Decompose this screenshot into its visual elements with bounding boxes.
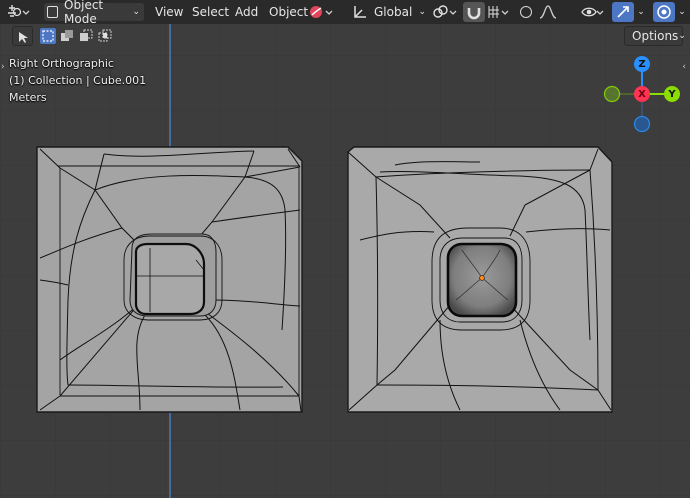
chevron-down-icon: ⌄ (678, 31, 686, 41)
gizmo-arrow-icon (615, 4, 631, 20)
chevron-down-icon: ⌄ (637, 7, 645, 17)
mesh-left[interactable] (36, 146, 303, 413)
snap-target-dropdown[interactable] (486, 2, 512, 22)
gizmo-axis-x[interactable]: X (634, 86, 650, 102)
gizmo-dropdown[interactable]: ⌄ (635, 2, 647, 22)
overlay-toggle[interactable] (653, 2, 675, 22)
select-extend-icon[interactable] (59, 28, 75, 44)
snap-magnet-icon (466, 4, 482, 20)
pivot-point-dropdown[interactable] (431, 2, 461, 22)
material-sphere-icon (308, 4, 336, 20)
pivot-icon (432, 4, 460, 20)
object-mode-label: Object Mode (64, 0, 104, 26)
cursor-select-icon (16, 29, 30, 48)
gizmo-axis-y[interactable]: Y (664, 86, 680, 102)
toolbar-expand-icon[interactable]: › (1, 62, 5, 72)
proportional-falloff-icon (538, 4, 558, 20)
select-tool-button[interactable] (12, 26, 33, 46)
options-dropdown[interactable]: Options ⌄ (624, 26, 686, 46)
visibility-dropdown[interactable] (580, 2, 606, 22)
gizmo-axis-z[interactable]: Z (634, 56, 650, 72)
options-label: Options (632, 29, 679, 43)
select-box-icon[interactable] (40, 28, 56, 44)
object-mode-dropdown[interactable]: Object Mode ⌄ (43, 0, 145, 26)
orientation-dropdown[interactable]: Global ⌄ (352, 2, 426, 22)
visibility-eye-icon (581, 4, 605, 20)
select-mode-group (40, 28, 113, 44)
editor-type-button[interactable] (3, 2, 35, 22)
object-mode-icon (47, 6, 59, 18)
proportional-edit-icon (520, 6, 532, 18)
overlay-dropdown[interactable]: ⌄ (676, 2, 688, 22)
viewport-header: Object Mode ⌄ View Select Add Object Glo… (0, 0, 690, 26)
snap-toggle[interactable] (463, 2, 485, 22)
select-subtract-icon[interactable] (78, 28, 94, 44)
menu-add[interactable]: Add (235, 3, 258, 21)
select-intersect-icon[interactable] (97, 28, 113, 44)
proportional-falloff-dropdown[interactable] (537, 2, 559, 22)
chevron-down-icon: ⌄ (418, 7, 426, 17)
snap-grid-icon (487, 4, 511, 20)
view-name-text: Right Orthographic (9, 57, 114, 70)
blender-3d-viewport: { "header": { "mode": "Object Mode", "me… (0, 0, 690, 498)
chevron-down-icon: ⌄ (678, 7, 686, 17)
material-preview-button[interactable] (307, 2, 337, 22)
proportional-editing-toggle[interactable] (516, 2, 536, 22)
mesh-right[interactable] (347, 146, 613, 413)
menu-select[interactable]: Select (192, 3, 229, 21)
units-text: Meters (9, 91, 47, 104)
object-origin (479, 275, 485, 281)
chevron-down-icon: ⌄ (132, 7, 140, 17)
menu-view[interactable]: View (155, 3, 183, 21)
overlay-icon (656, 4, 672, 20)
orientation-icon (352, 4, 368, 20)
gizmo-toggle[interactable] (612, 2, 634, 22)
menu-object[interactable]: Object (269, 3, 308, 21)
orientation-label: Global (374, 5, 413, 19)
collection-text: (1) Collection | Cube.001 (9, 74, 147, 87)
editor-type-icon (7, 4, 31, 20)
